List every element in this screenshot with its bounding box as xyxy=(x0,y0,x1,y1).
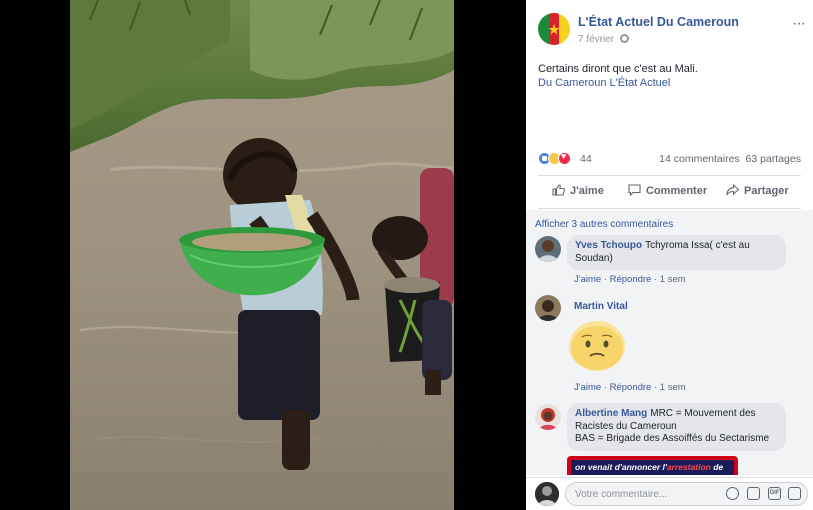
comment-bubble: Yves Tchoupo Tchyroma Issa( c'est au Soud… xyxy=(567,235,786,270)
comment-time-link[interactable]: 1 sem xyxy=(660,382,686,393)
sticker-icon[interactable] xyxy=(788,487,801,500)
post-date[interactable]: 7 février xyxy=(578,34,629,45)
comments-count-link[interactable]: 14 commentaires xyxy=(659,153,740,165)
view-more-comments-link[interactable]: Afficher 3 autres commentaires xyxy=(535,219,673,230)
sticker-icon xyxy=(569,321,625,371)
comment-bubble: Albertine Mang MRC = Mouvement des Racist… xyxy=(567,403,786,451)
post-date-text: 7 février xyxy=(578,34,615,45)
page-name-link[interactable]: L'État Actuel Du Cameroun xyxy=(578,15,739,29)
comment-author-link[interactable]: Yves Tchoupo xyxy=(575,240,642,251)
post-header: L'État Actuel Du Cameroun 7 février ··· xyxy=(538,13,806,47)
comment-like-link[interactable]: J'aime xyxy=(574,274,601,285)
like-button-label: J'aime xyxy=(570,185,604,197)
photo-viewer: L'État Actuel Du Cameroun 7 février ··· … xyxy=(0,0,813,510)
globe-icon xyxy=(619,34,629,43)
speech-bubble-icon xyxy=(628,184,641,196)
post-actions: J'aime Commenter Partager xyxy=(538,178,801,206)
comment-button[interactable]: Commenter xyxy=(628,184,707,197)
divider xyxy=(538,175,801,176)
shares-count-link[interactable]: 63 partages xyxy=(746,153,801,165)
comment-text-line-2: BAS = Brigade des Assoiffés du Sectarism… xyxy=(575,433,770,444)
user-photo xyxy=(535,482,559,506)
comment-image-preview[interactable]: on venait d'annoncer l'arrestation de xyxy=(567,456,738,475)
avatar xyxy=(535,482,559,506)
smiley-icon[interactable] xyxy=(726,487,739,500)
comment-reply-link[interactable]: Répondre xyxy=(610,274,652,285)
comment-time-link[interactable]: 1 sem xyxy=(660,274,686,285)
photo-illustration xyxy=(70,0,454,510)
reactions-count[interactable]: 44 xyxy=(580,153,592,165)
comment-image-highlight: arrestation xyxy=(666,462,711,472)
post-text: Certains diront que c'est au Mali. xyxy=(538,63,698,75)
comment-meta: J'aime · Répondre · 1 sem xyxy=(574,382,686,393)
comment-bubble: Martin Vital xyxy=(567,296,639,319)
comment-button-label: Commenter xyxy=(646,185,708,197)
reactions-bar: 44 14 commentaires 63 partages xyxy=(538,151,801,167)
avatar[interactable] xyxy=(535,295,561,321)
gif-icon[interactable]: GIF xyxy=(768,487,781,500)
engagement-counts: 14 commentaires 63 partages xyxy=(659,153,801,165)
comment-like-link[interactable]: J'aime xyxy=(574,382,601,393)
user-photo xyxy=(535,295,561,321)
sad-face-sticker xyxy=(568,320,626,372)
comment-image-text-end: de xyxy=(710,462,724,472)
divider xyxy=(538,208,801,209)
post-panel: L'État Actuel Du Cameroun 7 février ··· … xyxy=(526,0,813,510)
more-icon[interactable]: ··· xyxy=(792,15,806,33)
comments-section: Afficher 3 autres commentaires Yves Tcho… xyxy=(526,210,813,475)
page-avatar[interactable] xyxy=(538,13,570,45)
user-photo xyxy=(535,404,561,430)
share-arrow-icon xyxy=(726,184,739,196)
comment-author-link[interactable]: Martin Vital xyxy=(574,301,628,312)
like-button[interactable]: J'aime xyxy=(552,184,604,197)
cameroon-flag-icon xyxy=(538,13,570,45)
thumbs-up-icon xyxy=(552,184,565,196)
comment-composer: GIF xyxy=(526,477,813,510)
love-reaction-icon[interactable] xyxy=(558,151,571,165)
user-photo xyxy=(535,236,561,262)
post-photo[interactable] xyxy=(70,0,454,510)
share-button[interactable]: Partager xyxy=(726,184,789,197)
post-tags-link[interactable]: Du Cameroun L'État Actuel xyxy=(538,76,670,90)
comment-reply-link[interactable]: Répondre xyxy=(610,382,652,393)
comment-image-text: on venait d'annoncer l' xyxy=(575,462,667,472)
avatar[interactable] xyxy=(535,236,561,262)
avatar[interactable] xyxy=(535,404,561,430)
comment-image-caption: on venait d'annoncer l'arrestation de xyxy=(571,460,734,475)
comment-author-link[interactable]: Albertine Mang xyxy=(575,408,647,419)
comment-meta: J'aime · Répondre · 1 sem xyxy=(574,274,686,285)
camera-icon[interactable] xyxy=(747,487,760,500)
share-button-label: Partager xyxy=(744,185,789,197)
